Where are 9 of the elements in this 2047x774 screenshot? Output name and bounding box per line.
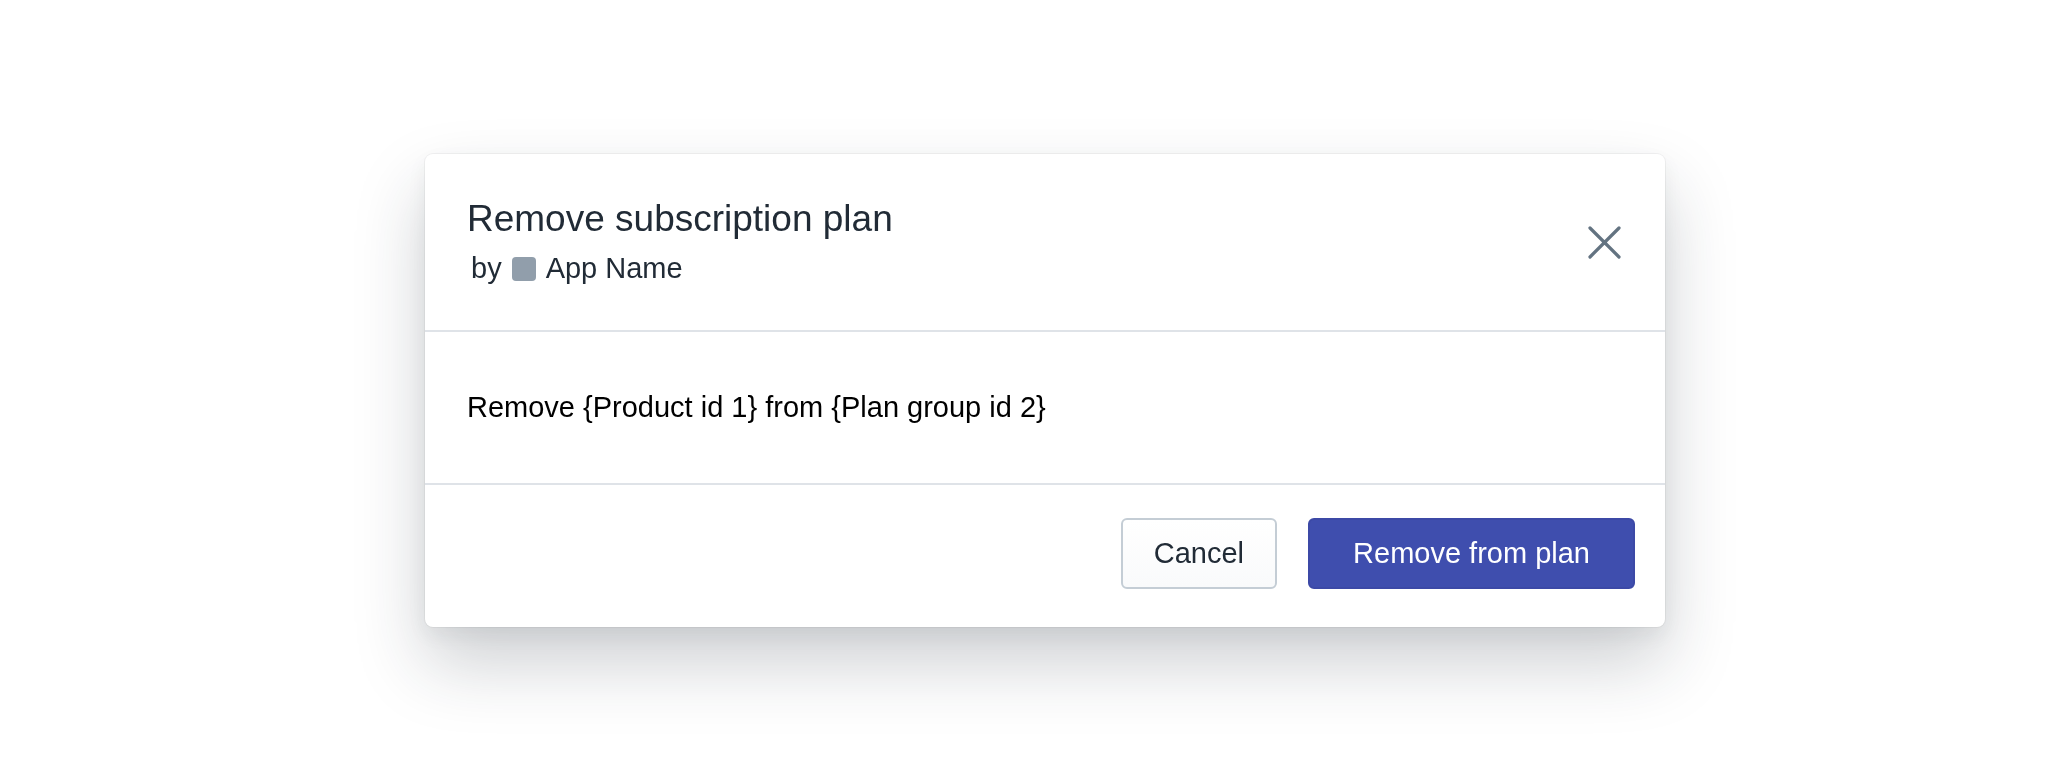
app-name: App Name bbox=[545, 251, 683, 287]
dialog-title: Remove subscription plan bbox=[467, 197, 893, 241]
close-icon bbox=[1588, 226, 1621, 260]
close-button[interactable] bbox=[1588, 226, 1621, 260]
confirm-button[interactable]: Remove from plan bbox=[1308, 517, 1635, 589]
cancel-button[interactable]: Cancel bbox=[1120, 517, 1278, 589]
app-icon bbox=[511, 256, 536, 281]
dialog-message: Remove {Product id 1} from {Plan group id 2} bbox=[467, 390, 1047, 425]
byline-text: by bbox=[471, 251, 502, 287]
